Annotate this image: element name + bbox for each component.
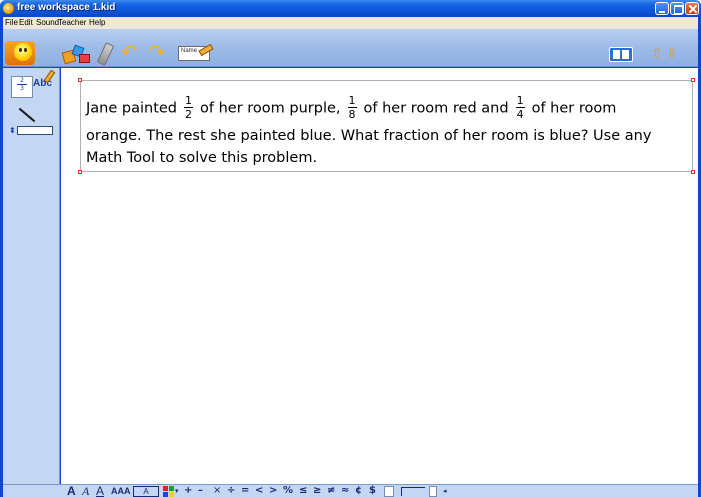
line-width-box[interactable] [17,126,53,135]
problem-text: Jane painted [86,100,178,117]
menu-sound[interactable]: Sound [36,18,59,27]
minus-symbol-button[interactable]: – [198,485,203,497]
close-button[interactable] [685,2,699,15]
fraction-one-eighth: 18 [347,94,357,121]
approx-symbol-button[interactable]: ≈ [341,485,349,497]
maximize-button[interactable] [670,2,684,15]
bold-button[interactable]: A [67,485,76,497]
less-equal-symbol-button[interactable]: ≤ [299,485,307,497]
problem-text: of her room red and [363,100,509,117]
menu-edit[interactable]: Edit [19,18,33,27]
italic-button[interactable]: A [82,485,89,497]
menu-bar: File Edit Sound Teacher Help [3,17,698,29]
resize-handle[interactable] [691,78,695,82]
not-equal-symbol-button[interactable]: ≠ [327,485,335,497]
long-division-button[interactable] [401,487,425,496]
cent-symbol-button[interactable]: ¢ [355,485,362,497]
percent-symbol-button[interactable]: % [283,485,293,497]
color-dropdown-icon[interactable]: ▾ [175,485,179,497]
fraction-button[interactable] [384,486,394,497]
problem-text: of her room purple, [200,100,341,117]
menu-teacher[interactable]: Teacher [58,18,86,27]
resize-handle[interactable] [78,170,82,174]
redo-icon[interactable]: ↷ [146,42,168,62]
name-tag-label: Name [181,48,198,54]
smiley-face-icon [14,43,32,61]
window-title: free workspace 1.kid [17,2,116,13]
slider-arrows-icon[interactable]: ⬍ [9,126,16,135]
fraction-one-half: 12 [184,94,194,121]
fraction-numerator: 2 [20,77,24,84]
workspace-canvas[interactable]: Jane painted 1 2 of her room purple, 1 8 of he… [61,68,698,484]
resize-handle[interactable] [78,78,82,82]
menu-file[interactable]: File [5,18,18,27]
problem-line-3: Math Tool to solve this problem. [86,150,318,166]
more-arrow-icon[interactable]: ◂ [443,485,447,497]
stacked-math-button[interactable] [429,486,437,497]
tool-palette: 2 3 Abc ⬍ [3,68,60,484]
underline-button[interactable]: A [96,485,104,497]
app-icon [3,3,14,14]
divide-symbol-button[interactable]: ÷ [227,485,235,497]
page-down-icon[interactable]: ⇩ [666,45,678,63]
math-tools-icon[interactable] [61,43,91,65]
greater-equal-symbol-button[interactable]: ≥ [313,485,321,497]
marker-icon[interactable] [96,42,115,66]
problem-text-box[interactable]: Jane painted 1 2 of her room purple, 1 8 of he… [78,78,695,174]
problem-line-2: orange. The rest she painted blue. What … [86,128,652,144]
undo-icon[interactable]: ↶ [118,42,140,62]
title-bar[interactable]: free workspace 1.kid [0,0,701,17]
app-window: free workspace 1.kid File Edit Sound Tea… [0,0,701,497]
times-symbol-button[interactable]: × [213,485,221,497]
problem-text: of her room [531,100,617,117]
fraction-tool-icon[interactable]: 2 3 [11,76,33,98]
line-tool-icon[interactable] [18,107,36,123]
minimize-button[interactable] [655,2,669,15]
page-view-icon[interactable] [609,47,633,62]
fraction-one-quarter: 14 [515,94,525,121]
page-up-icon[interactable]: ⇧ [651,45,663,63]
font-size-button[interactable]: AAA [111,485,131,497]
greater-than-symbol-button[interactable]: > [269,485,277,497]
toolbar: ↶ ↷ Name ⇧ ⇩ [3,29,698,67]
menu-help[interactable]: Help [89,18,105,27]
fraction-denominator: 3 [17,84,27,92]
problem-line-1: Jane painted 1 2 of her room purple, 1 8 of he… [86,94,617,122]
color-picker-icon[interactable] [163,486,174,497]
format-bar: A A A AAA A ▾ + – × ÷ = < > % ≤ ≥ ≠ ≈ ¢ … [3,484,698,497]
text-box-button[interactable]: A [133,486,159,497]
less-than-symbol-button[interactable]: < [255,485,263,497]
kidspiration-logo-icon[interactable] [5,41,35,65]
equals-symbol-button[interactable]: = [241,485,249,497]
resize-handle[interactable] [691,170,695,174]
line-width-slider[interactable]: ⬍ [9,125,55,136]
dollar-symbol-button[interactable]: $ [369,485,376,497]
plus-symbol-button[interactable]: + [184,485,192,497]
